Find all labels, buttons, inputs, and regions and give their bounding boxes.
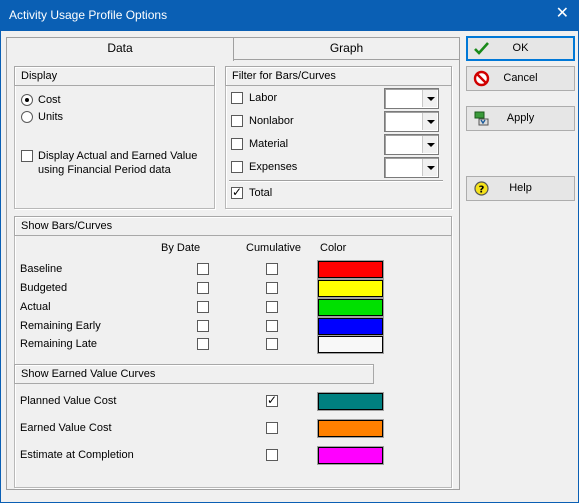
expenses-color-dropdown[interactable]	[384, 157, 439, 178]
filter-divider	[229, 180, 443, 182]
remaining-early-label: Remaining Early	[20, 320, 101, 332]
window-title: Activity Usage Profile Options	[9, 8, 168, 22]
earned-value-cost-checkbox[interactable]	[266, 422, 278, 434]
estimate-at-completion-checkbox[interactable]	[266, 449, 278, 461]
budgeted-cumulative-checkbox[interactable]	[266, 282, 278, 294]
financial-period-label-2: using Financial Period data	[38, 164, 171, 176]
cancel-icon	[473, 70, 490, 87]
labor-checkbox[interactable]	[231, 92, 243, 104]
cancel-button[interactable]: Cancel	[466, 66, 575, 91]
labor-label: Labor	[249, 92, 278, 104]
baseline-label: Baseline	[20, 263, 63, 275]
earned-value-cost-color-swatch[interactable]	[318, 420, 383, 437]
remaining-late-label: Remaining Late	[20, 338, 98, 350]
budgeted-color-swatch[interactable]	[318, 280, 383, 297]
ok-button-label: OK	[512, 42, 529, 54]
estimate-at-completion-label: Estimate at Completion	[20, 449, 134, 461]
planned-value-cost-checkbox[interactable]	[266, 393, 278, 407]
display-group	[14, 66, 215, 209]
chevron-down-icon	[422, 113, 437, 130]
remaining-early-cumulative-checkbox[interactable]	[266, 320, 278, 332]
bars-group	[14, 216, 452, 488]
cost-radio[interactable]	[21, 94, 33, 106]
budgeted-label: Budgeted	[20, 282, 68, 294]
apply-button-label: Apply	[506, 112, 535, 124]
ok-button[interactable]: OK	[466, 36, 575, 61]
help-button[interactable]: ? Help	[466, 176, 575, 201]
apply-button[interactable]: Apply	[466, 106, 575, 131]
estimate-at-completion-color-swatch[interactable]	[318, 447, 383, 464]
checkmark-icon	[474, 42, 489, 55]
material-color-dropdown[interactable]	[384, 134, 439, 155]
help-icon: ?	[474, 181, 489, 196]
color-column-header: Color	[320, 242, 347, 254]
actual-label: Actual	[20, 301, 51, 313]
material-label: Material	[249, 138, 289, 150]
total-checkbox[interactable]	[231, 185, 243, 199]
baseline-color-swatch[interactable]	[318, 261, 383, 278]
baseline-cumulative-checkbox[interactable]	[266, 263, 278, 275]
cancel-button-label: Cancel	[503, 72, 538, 84]
tab-graph[interactable]: Graph	[233, 37, 460, 60]
svg-text:?: ?	[479, 185, 485, 196]
material-checkbox[interactable]	[231, 138, 243, 150]
actual-by-date-checkbox[interactable]	[197, 301, 209, 313]
help-button-label: Help	[509, 182, 532, 194]
title-bar: Activity Usage Profile Options ✕	[0, 0, 579, 31]
units-radio-label: Units	[38, 111, 64, 123]
chevron-down-icon	[422, 90, 437, 107]
nonlabor-checkbox[interactable]	[231, 115, 243, 127]
nonlabor-color-dropdown[interactable]	[384, 111, 439, 132]
close-icon[interactable]: ✕	[556, 5, 569, 23]
actual-cumulative-checkbox[interactable]	[266, 301, 278, 313]
bars-heading: Show Bars/Curves	[14, 216, 452, 236]
cost-radio-label: Cost	[38, 94, 61, 106]
earned-value-heading: Show Earned Value Curves	[14, 364, 374, 384]
total-label: Total	[249, 187, 273, 199]
cumulative-column-header: Cumulative	[246, 242, 302, 254]
nonlabor-label: Nonlabor	[249, 115, 294, 127]
planned-value-cost-label: Planned Value Cost	[20, 395, 117, 407]
remaining-late-by-date-checkbox[interactable]	[197, 338, 209, 350]
budgeted-by-date-checkbox[interactable]	[197, 282, 209, 294]
apply-icon	[474, 111, 489, 126]
chevron-down-icon	[422, 136, 437, 153]
remaining-early-by-date-checkbox[interactable]	[197, 320, 209, 332]
planned-value-cost-color-swatch[interactable]	[318, 393, 383, 410]
baseline-by-date-checkbox[interactable]	[197, 263, 209, 275]
tab-data[interactable]: Data	[6, 37, 234, 61]
display-heading: Display	[14, 66, 215, 86]
expenses-checkbox[interactable]	[231, 161, 243, 173]
financial-period-checkbox[interactable]	[21, 150, 33, 162]
remaining-late-cumulative-checkbox[interactable]	[266, 338, 278, 350]
earned-value-cost-label: Earned Value Cost	[20, 422, 112, 434]
financial-period-label-1: Display Actual and Earned Value	[38, 150, 198, 162]
by-date-column-header: By Date	[161, 242, 201, 254]
chevron-down-icon	[422, 159, 437, 176]
remaining-early-color-swatch[interactable]	[318, 318, 383, 335]
labor-color-dropdown[interactable]	[384, 88, 439, 109]
expenses-label: Expenses	[249, 161, 298, 173]
units-radio[interactable]	[21, 111, 33, 123]
filter-heading: Filter for Bars/Curves	[225, 66, 452, 86]
remaining-late-color-swatch[interactable]	[318, 336, 383, 353]
actual-color-swatch[interactable]	[318, 299, 383, 316]
